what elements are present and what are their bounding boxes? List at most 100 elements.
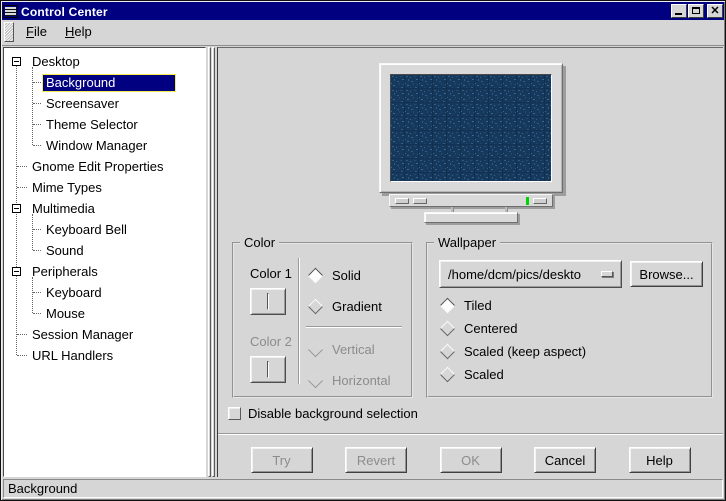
wallpaper-mode-centered-radio[interactable]: Centered (442, 317, 586, 340)
minimize-button[interactable] (671, 4, 687, 18)
menu-file[interactable]: File (17, 21, 56, 43)
sidebar-item-keyboard-bell[interactable]: Keyboard Bell (4, 219, 205, 240)
wallpaper-file-value: /home/dcm/pics/deskto (448, 267, 597, 282)
gradient-separator (306, 326, 402, 328)
close-icon: ✕ (708, 5, 722, 17)
sidebar-item-label: Multimedia (28, 200, 99, 218)
radio-diamond-icon[interactable] (440, 321, 456, 337)
sidebar-item-session-manager[interactable]: Session Manager (4, 324, 205, 345)
background-capplet-panel: Color Color 1 Color 2 SolidGradientVerti… (217, 47, 723, 477)
wallpaper-pattern (391, 75, 551, 182)
wallpaper-file-select[interactable]: /home/dcm/pics/deskto (439, 260, 622, 288)
monitor-button (395, 198, 409, 204)
close-button[interactable]: ✕ (707, 4, 723, 18)
monitor-bezel (379, 63, 563, 193)
sidebar-item-sound[interactable]: Sound (4, 240, 205, 261)
stand-leg (505, 207, 508, 212)
radio-label: Tiled (464, 298, 492, 313)
monitor-base (424, 212, 518, 223)
radio-diamond-icon[interactable] (440, 298, 456, 314)
window-menu-icon[interactable] (3, 5, 18, 18)
sidebar-item-mime-types[interactable]: Mime Types (4, 177, 205, 198)
sidebar-item-theme-selector[interactable]: Theme Selector (4, 114, 205, 135)
window-title: Control Center (21, 4, 108, 19)
wallpaper-mode-radio-group: Tiled Centered Scaled (keep aspect) Scaled (442, 294, 586, 386)
sidebar-item-label: Gnome Edit Properties (28, 158, 168, 176)
tree-connector (17, 187, 27, 188)
sidebar-item-screensaver[interactable]: Screensaver (4, 93, 205, 114)
pane-splitter[interactable] (206, 47, 217, 477)
maximize-button[interactable] (688, 4, 704, 18)
monitor-stand (389, 207, 553, 212)
radio-diamond-icon[interactable] (440, 344, 456, 360)
sidebar-item-label: Sound (42, 242, 88, 260)
ok-button: OK (440, 447, 502, 473)
collapse-expander-icon[interactable] (12, 267, 21, 276)
wallpaper-mode-tiled-radio[interactable]: Tiled (442, 294, 586, 317)
disable-background-checkbox[interactable] (228, 407, 241, 420)
color2-label: Color 2 (250, 334, 292, 349)
tree-connector (17, 334, 27, 335)
tree-connector (33, 292, 41, 293)
cancel-button[interactable]: Cancel (534, 447, 596, 473)
color2-swatch (267, 361, 269, 378)
menubar: FileHelp (2, 20, 724, 46)
color-type-gradient-radio[interactable]: Gradient (310, 291, 402, 322)
monitor-screen-preview (390, 74, 552, 182)
radio-diamond-icon (308, 342, 324, 358)
monitor-front-panel (389, 194, 553, 207)
stand-leg (451, 207, 454, 212)
color2-picker-button[interactable] (250, 356, 286, 383)
sidebar-item-label: Keyboard (42, 284, 106, 302)
option-menu-indicator-icon (601, 271, 613, 277)
menubar-drag-handle[interactable] (4, 22, 14, 42)
color-type-solid-radio[interactable]: Solid (310, 260, 402, 291)
help-button[interactable]: Help (629, 447, 691, 473)
color-type-vertical-radio: Vertical (310, 334, 402, 365)
capplet-tree-panel: Desktop Background ScreensaverTheme Select… (3, 47, 206, 477)
color-type-radio-group: Solid Gradient Vertical Horizontal (310, 260, 402, 396)
sidebar-item-label: Session Manager (28, 326, 137, 344)
sidebar-item-peripherals[interactable]: Peripherals (4, 261, 205, 282)
sidebar-item-label: Screensaver (42, 95, 123, 113)
maximize-icon (692, 7, 700, 14)
radio-label: Scaled (464, 367, 504, 382)
sidebar-item-desktop[interactable]: Desktop (4, 51, 205, 72)
sidebar-item-window-manager[interactable]: Window Manager (4, 135, 205, 156)
sidebar-item-url-handlers[interactable]: URL Handlers (4, 345, 205, 366)
radio-label: Scaled (keep aspect) (464, 344, 586, 359)
color1-swatch (267, 293, 269, 310)
color1-picker-button[interactable] (250, 288, 286, 315)
collapse-expander-icon[interactable] (12, 57, 21, 66)
disable-background-label: Disable background selection (248, 406, 418, 421)
collapse-expander-icon[interactable] (12, 204, 21, 213)
tree-connector (33, 82, 41, 83)
sidebar-item-label: Background (42, 74, 176, 92)
sidebar-item-label: Mime Types (28, 179, 106, 197)
radio-diamond-icon[interactable] (308, 268, 324, 284)
capplet-tree: Desktop Background ScreensaverTheme Select… (4, 48, 205, 366)
action-button-row: TryRevertOKCancelHelp (218, 447, 723, 473)
sidebar-item-background[interactable]: Background (4, 72, 205, 93)
radio-label: Horizontal (332, 373, 391, 388)
wallpaper-mode-scaled-keep-aspect-radio[interactable]: Scaled (keep aspect) (442, 340, 586, 363)
tree-connector (33, 229, 41, 230)
tree-connector (33, 313, 41, 314)
sidebar-item-gnome-edit-properties[interactable]: Gnome Edit Properties (4, 156, 205, 177)
radio-diamond-icon[interactable] (440, 367, 456, 383)
menu-help[interactable]: Help (56, 21, 101, 43)
statusbar: Background (3, 479, 723, 498)
radio-diamond-icon[interactable] (308, 299, 324, 315)
actions-separator (218, 433, 723, 435)
sidebar-item-keyboard[interactable]: Keyboard (4, 282, 205, 303)
radio-diamond-icon (308, 373, 324, 389)
browse-button[interactable]: Browse... (630, 261, 703, 287)
sidebar-item-mouse[interactable]: Mouse (4, 303, 205, 324)
titlebar[interactable]: Control Center ✕ (2, 2, 724, 20)
wallpaper-mode-scaled-radio[interactable]: Scaled (442, 363, 586, 386)
monitor-button (533, 198, 547, 204)
sidebar-item-multimedia[interactable]: Multimedia (4, 198, 205, 219)
sidebar-item-label: Keyboard Bell (42, 221, 131, 239)
tree-connector (17, 166, 27, 167)
radio-label: Gradient (332, 299, 382, 314)
